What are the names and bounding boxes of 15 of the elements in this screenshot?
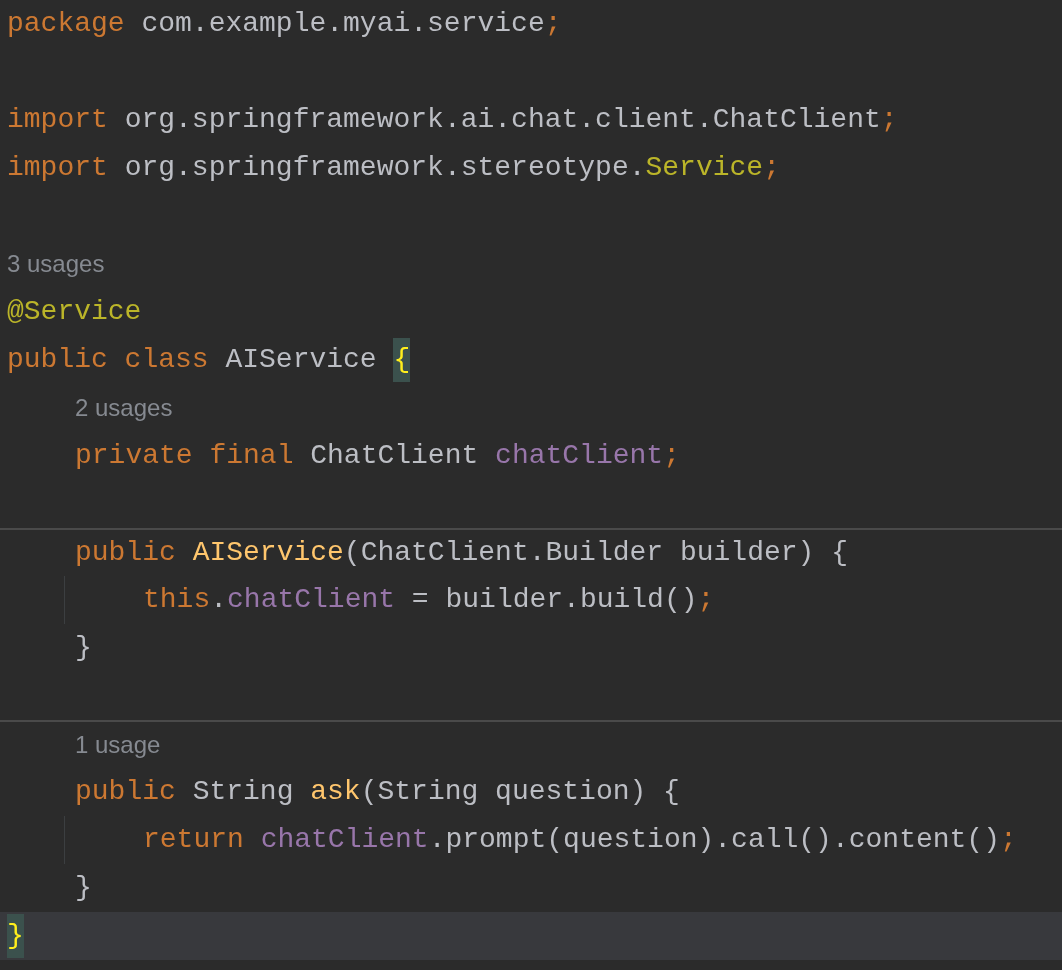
code-line: public AIService(ChatClient.Builder builder) {: [0, 528, 1062, 576]
usages-hint[interactable]: 2 usages: [68, 384, 1062, 432]
code-line: return chatClient.prompt(question).call().content();: [142, 823, 1018, 857]
usages-hint[interactable]: 3 usages: [0, 240, 1062, 288]
usages-hint[interactable]: 1 usage: [0, 720, 1062, 768]
code-line: public String ask(String question) {: [74, 775, 681, 809]
code-line: private final ChatClient chatClient;: [74, 439, 681, 473]
code-line: }: [74, 871, 93, 905]
code-line: @Service: [6, 295, 143, 329]
code-line: }: [74, 631, 93, 665]
code-line: public class AIService {: [0, 336, 1062, 384]
code-line: this.chatClient = builder.build();: [142, 583, 716, 617]
code-line: import org.springframework.stereotype.Service;: [6, 151, 781, 185]
code-line: package com.example.myai.service;: [6, 7, 563, 41]
code-line: import org.springframework.ai.chat.client.ChatClient;: [6, 103, 899, 137]
